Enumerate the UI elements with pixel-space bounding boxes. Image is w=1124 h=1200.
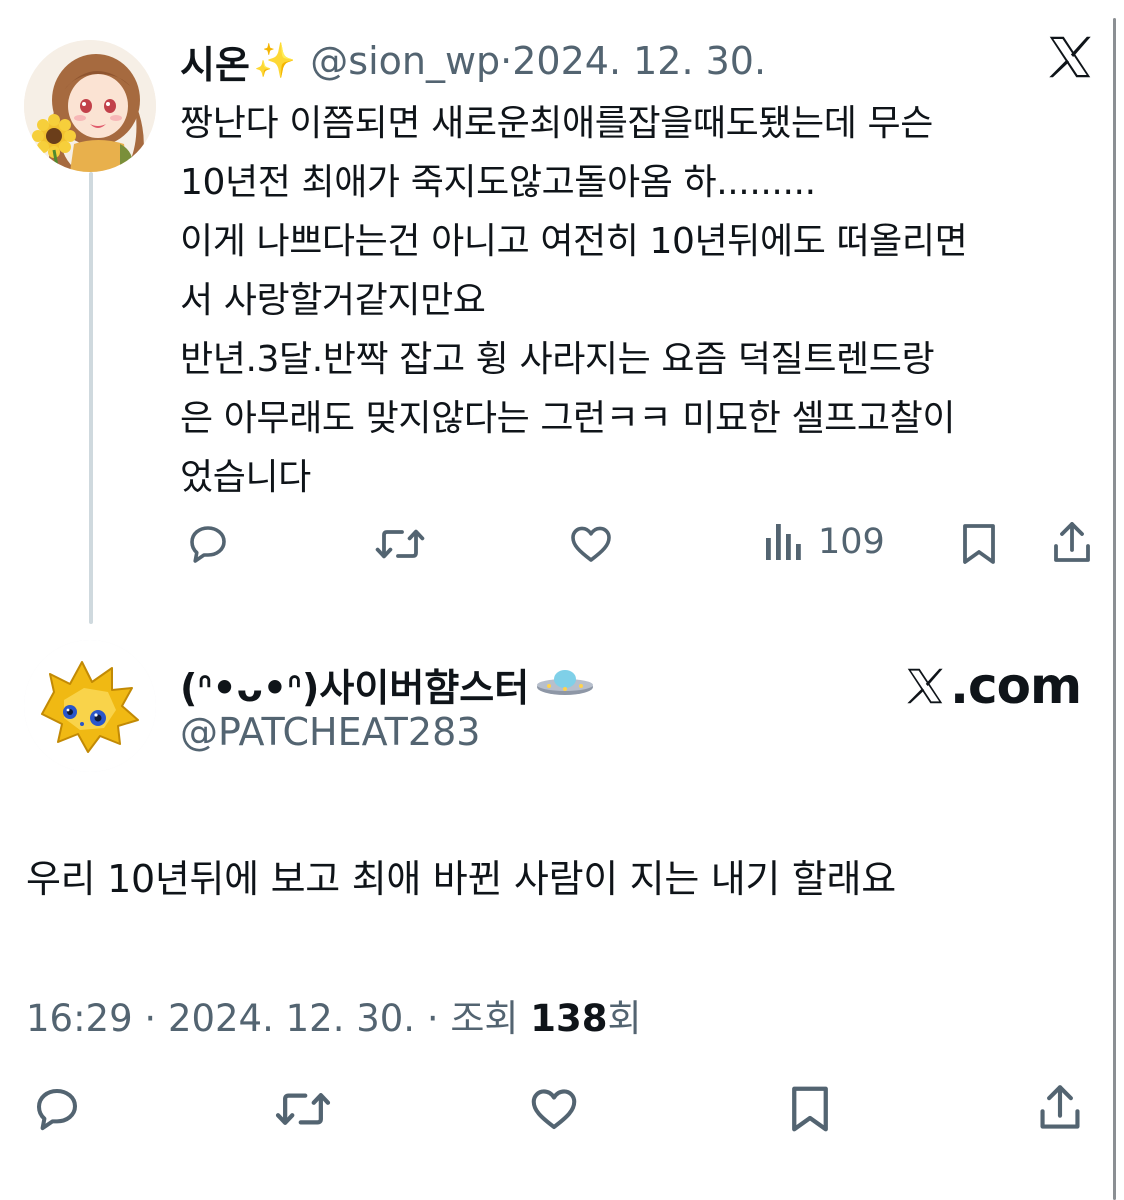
- avatar[interactable]: [24, 640, 156, 772]
- bookmark-icon: [792, 1086, 828, 1132]
- reply-icon: [190, 526, 226, 563]
- views-chart-icon: [766, 524, 801, 560]
- reply-date[interactable]: 2024. 12. 30.: [168, 997, 415, 1040]
- scrollbar[interactable]: [1113, 18, 1116, 1200]
- reply-author-handle[interactable]: @PATCHEAT283: [180, 710, 480, 754]
- retweet-button[interactable]: [374, 520, 426, 568]
- x-com-watermark: .com: [902, 654, 1082, 718]
- tweet-date[interactable]: 2024. 12. 30.: [512, 39, 766, 83]
- heart-icon: [531, 1089, 577, 1130]
- reply-icon: [36, 1088, 78, 1131]
- reply-header: (ᐢ•ᴗ•ᐢ)사이버햠스터: [180, 654, 595, 714]
- reply-button[interactable]: [30, 1082, 84, 1136]
- tweet-header: 시온 ✨ @sion_wp · 2024. 12. 30.: [180, 34, 766, 88]
- x-logo-icon[interactable]: [1043, 30, 1097, 84]
- reply-body-text: 우리 10년뒤에 보고 최애 바뀐 사람이 지는 내기 할래요: [26, 857, 896, 901]
- retweet-button[interactable]: [274, 1082, 332, 1136]
- avatar-illustration-girl-sunflower: [24, 40, 156, 172]
- retweet-icon: [375, 529, 425, 559]
- share-button[interactable]: [1050, 518, 1094, 568]
- tweet-action-bar: 109: [0, 516, 1124, 572]
- reply-time[interactable]: 16:29: [26, 997, 133, 1040]
- like-button[interactable]: [566, 520, 616, 568]
- meta-separator: ·: [132, 997, 168, 1040]
- reply-author-name[interactable]: (ᐢ•ᴗ•ᐢ)사이버햠스터: [180, 657, 529, 712]
- sparkles-emoji: ✨: [253, 41, 297, 81]
- avatar-illustration-yellow-creature: [24, 640, 156, 772]
- avatar[interactable]: [24, 40, 156, 172]
- ufo-emoji-icon: [537, 670, 594, 695]
- share-button[interactable]: [1036, 1080, 1084, 1136]
- views-count: 109: [818, 522, 885, 562]
- reply-meta-row: 16:29 · 2024. 12. 30. · 조회 138회: [26, 988, 642, 1042]
- tweet-body-text: 짱난다 이쯤되면 새로운최애를잡을때도됐는데 무슨 10년전 최애가 죽지도않고…: [180, 103, 968, 498]
- reply-action-bar: [0, 1078, 1124, 1138]
- x-com-label: .com: [950, 657, 1082, 715]
- header-separator: ·: [500, 39, 513, 83]
- reply-button[interactable]: [184, 520, 232, 568]
- bookmark-icon: [963, 524, 995, 564]
- views-count[interactable]: 138: [530, 997, 607, 1040]
- heart-icon: [571, 526, 611, 562]
- views-label: 조회: [450, 997, 519, 1040]
- bookmark-button[interactable]: [958, 520, 1000, 568]
- views-button[interactable]: 109: [764, 518, 885, 566]
- x-logo-icon: [907, 668, 943, 704]
- views-suffix: 회: [607, 997, 642, 1040]
- bookmark-button[interactable]: [786, 1082, 834, 1136]
- author-handle[interactable]: @sion_wp: [310, 39, 500, 83]
- meta-separator: ·: [415, 997, 451, 1040]
- retweet-icon: [275, 1093, 331, 1125]
- author-name[interactable]: 시온: [180, 34, 250, 89]
- share-icon: [1054, 522, 1090, 562]
- share-icon: [1040, 1085, 1080, 1129]
- like-button[interactable]: [526, 1082, 582, 1136]
